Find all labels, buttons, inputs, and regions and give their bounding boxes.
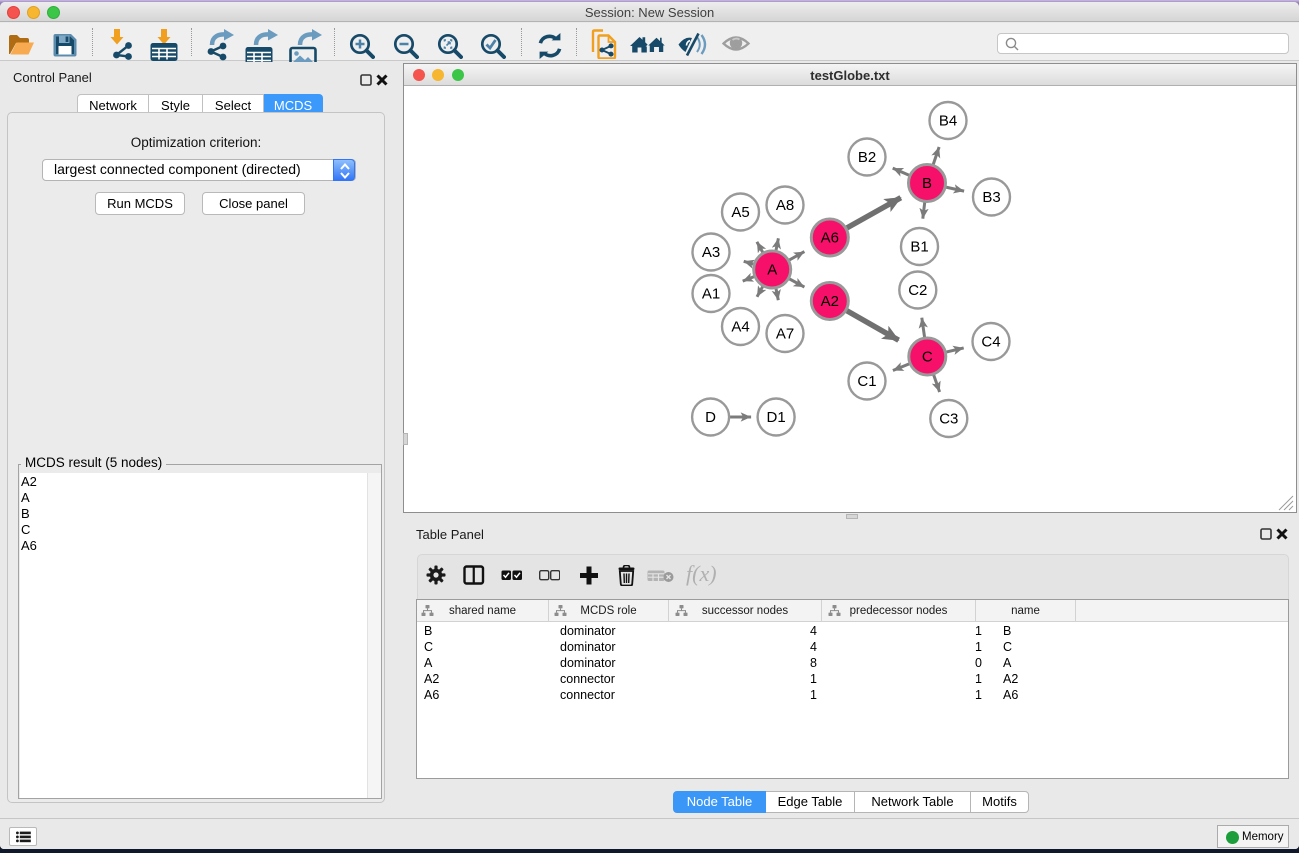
svg-text:A4: A4: [731, 319, 749, 336]
svg-text:D1: D1: [767, 409, 786, 426]
svg-text:A3: A3: [702, 244, 720, 261]
svg-text:C2: C2: [908, 282, 927, 299]
svg-text:A7: A7: [776, 326, 794, 343]
svg-text:B1: B1: [910, 239, 928, 256]
svg-text:A6: A6: [821, 230, 839, 247]
svg-text:B4: B4: [939, 113, 957, 130]
svg-text:B: B: [922, 175, 932, 192]
svg-text:B2: B2: [858, 149, 876, 166]
svg-text:C3: C3: [939, 411, 958, 428]
svg-text:C: C: [922, 349, 933, 366]
svg-text:A8: A8: [776, 197, 794, 214]
svg-text:C1: C1: [857, 373, 876, 390]
svg-text:C4: C4: [981, 334, 1000, 351]
svg-text:A2: A2: [821, 293, 839, 310]
svg-text:A: A: [767, 262, 777, 279]
svg-text:D: D: [705, 409, 716, 426]
svg-text:A1: A1: [702, 286, 720, 303]
svg-text:A5: A5: [731, 204, 749, 221]
svg-text:B3: B3: [982, 189, 1000, 206]
